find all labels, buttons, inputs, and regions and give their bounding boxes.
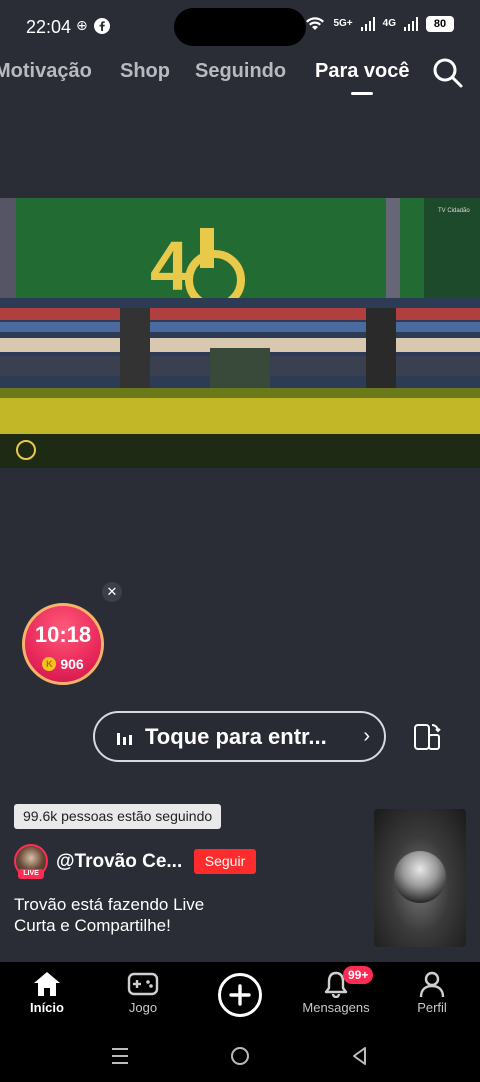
signal-5g-icon [360, 17, 375, 31]
preview-person [394, 851, 446, 903]
status-bar: 22:04 ⊕ 5G+ 4G 80 [0, 0, 480, 54]
tab-motivacao[interactable]: Motivação [0, 60, 92, 83]
camera-notch [174, 8, 306, 46]
signal-4g-label: 4G [382, 18, 396, 29]
caption-line-2: Curta e Compartilhe! [14, 916, 171, 935]
home-icon [34, 972, 60, 996]
tab-para-voce[interactable]: Para você [315, 60, 410, 83]
caption-line-1: Trovão está fazendo Live [14, 895, 205, 914]
host-name[interactable]: @Trovão Ce... [56, 851, 182, 873]
tab-shop[interactable]: Shop [120, 60, 170, 83]
signal-4g-icon [404, 17, 418, 31]
plus-icon [229, 984, 251, 1006]
wifi-icon [306, 17, 325, 30]
rotate-screen-icon[interactable] [410, 721, 442, 753]
system-nav-bar [0, 1030, 480, 1082]
video-overlay-text: TV Cidadão [438, 208, 470, 214]
live-bars-icon [117, 732, 132, 745]
facebook-icon [93, 17, 110, 34]
coin-icon: K [42, 657, 57, 671]
live-caption: Trovão está fazendo Live Curta e Compart… [14, 894, 204, 936]
status-right-icons: 5G+ 4G 80 [305, 16, 454, 32]
timer-widget[interactable]: 10:18 K 906 [22, 603, 104, 685]
signal-5g-label: 5G+ [333, 18, 353, 29]
close-widget-button[interactable]: ✕ [102, 582, 122, 602]
chevron-right-icon: › [363, 725, 370, 747]
bottom-nav: Início Jogo Mensagens 99+ Perfil [0, 962, 480, 1030]
back-icon[interactable] [350, 1045, 370, 1067]
follow-button[interactable]: Seguir [194, 849, 256, 874]
timer-coins: K 906 [25, 656, 101, 672]
nav-profile[interactable]: Perfil [392, 970, 472, 1015]
coin-count: 906 [60, 656, 84, 672]
home-circle-icon[interactable] [229, 1045, 251, 1067]
profile-icon [419, 971, 445, 998]
nav-messages-label: Mensagens [302, 1000, 370, 1015]
game-controller-icon [127, 972, 159, 996]
search-icon[interactable] [430, 55, 464, 89]
active-tab-indicator [351, 92, 373, 95]
sync-icon: ⊕ [76, 17, 88, 33]
nav-games[interactable]: Jogo [103, 970, 183, 1015]
messages-badge: 99+ [343, 966, 374, 984]
video-scene: 4 TV Cidadão [0, 198, 480, 468]
battery-icon: 80 [426, 16, 454, 32]
create-button[interactable] [218, 973, 262, 1017]
timer-time: 10:18 [34, 622, 92, 647]
live-video[interactable]: 4 TV Cidadão [0, 198, 480, 468]
nav-profile-label: Perfil [417, 1000, 447, 1015]
status-time: 22:04 [26, 17, 72, 37]
live-preview-thumbnail[interactable] [374, 809, 466, 947]
recent-apps-icon[interactable] [110, 1047, 130, 1065]
followers-count-badge: 99.6k pessoas estão seguindo [14, 804, 222, 829]
enter-live-button[interactable]: Toque para entr... › [93, 711, 386, 762]
tab-seguindo[interactable]: Seguindo [195, 60, 286, 83]
nav-games-label: Jogo [128, 1000, 158, 1015]
nav-home[interactable]: Início [7, 970, 87, 1015]
enter-live-label: Toque para entr... [145, 723, 327, 749]
live-badge: LIVE [18, 869, 44, 879]
svg-text:4: 4 [150, 227, 189, 305]
feed-tabs: Motivação Shop Seguindo Para você [0, 52, 480, 98]
status-notification-icons: ⊕ [76, 17, 110, 34]
nav-home-label: Início [30, 1000, 64, 1015]
